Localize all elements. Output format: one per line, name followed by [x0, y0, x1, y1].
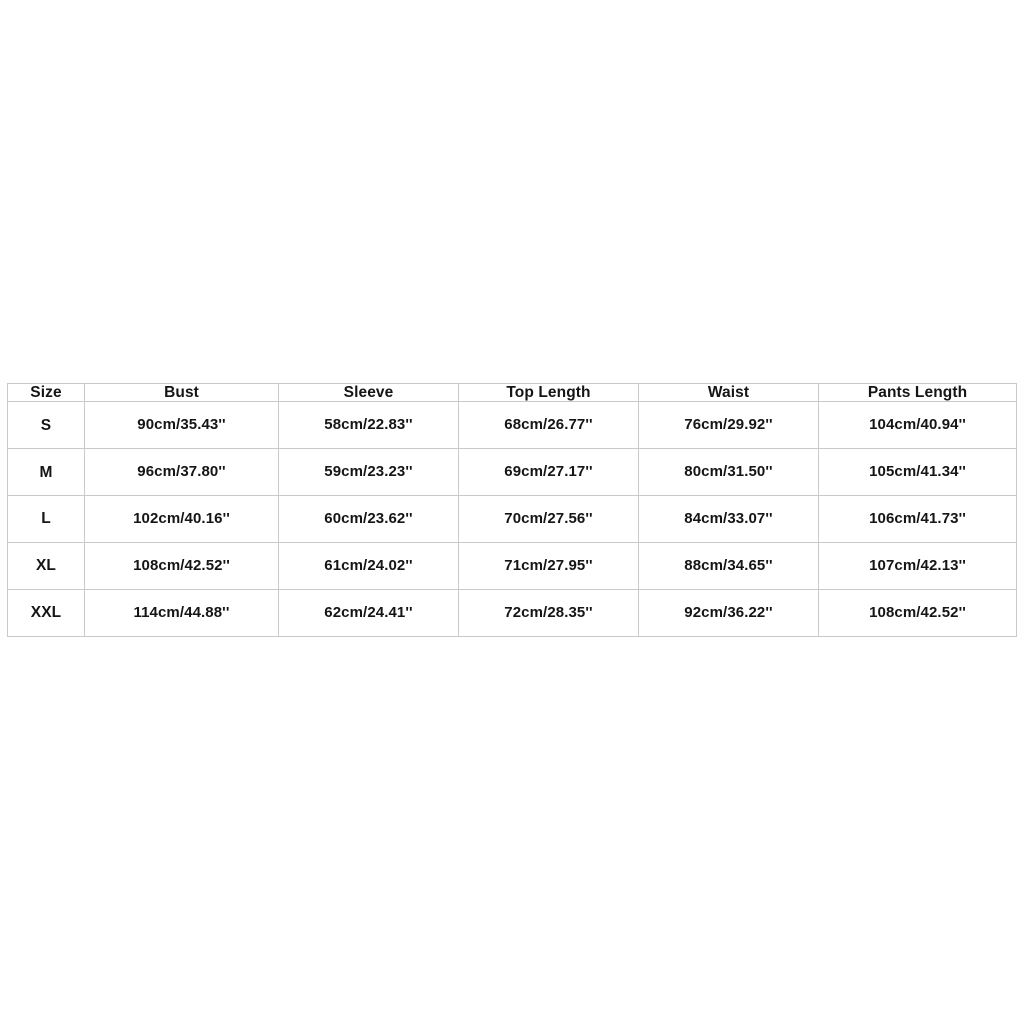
cell-waist: 80cm/31.50'' [638, 448, 819, 497]
size-chart-header: Size Bust Sleeve Top Length Waist Pants … [7, 382, 1017, 403]
cell-pants-length: 108cm/42.52'' [818, 588, 1017, 638]
cell-size: XXL [7, 588, 85, 638]
column-header-bust: Bust [84, 382, 279, 403]
cell-size: S [7, 401, 85, 450]
cell-waist: 92cm/36.22'' [638, 588, 819, 638]
table-row: L 102cm/40.16'' 60cm/23.62'' 70cm/27.56'… [7, 495, 1017, 543]
column-header-top-length: Top Length [458, 382, 639, 403]
table-row: XXL 114cm/44.88'' 62cm/24.41'' 72cm/28.3… [7, 588, 1017, 638]
cell-waist: 88cm/34.65'' [638, 542, 819, 590]
cell-sleeve: 59cm/23.23'' [278, 448, 459, 497]
cell-sleeve: 61cm/24.02'' [278, 542, 459, 590]
cell-top-length: 71cm/27.95'' [458, 542, 639, 590]
column-header-size: Size [7, 382, 85, 403]
cell-size: L [7, 495, 85, 543]
cell-sleeve: 60cm/23.62'' [278, 495, 459, 543]
size-chart-table: Size Bust Sleeve Top Length Waist Pants … [7, 382, 1017, 638]
cell-top-length: 70cm/27.56'' [458, 495, 639, 543]
table-row: S 90cm/35.43'' 58cm/22.83'' 68cm/26.77''… [7, 401, 1017, 450]
cell-sleeve: 58cm/22.83'' [278, 401, 459, 450]
table-row: XL 108cm/42.52'' 61cm/24.02'' 71cm/27.95… [7, 542, 1017, 590]
size-chart-container: Size Bust Sleeve Top Length Waist Pants … [7, 382, 1017, 638]
cell-bust: 96cm/37.80'' [84, 448, 279, 497]
cell-pants-length: 107cm/42.13'' [818, 542, 1017, 590]
cell-pants-length: 104cm/40.94'' [818, 401, 1017, 450]
cell-top-length: 68cm/26.77'' [458, 401, 639, 450]
cell-size: M [7, 448, 85, 497]
size-chart-body: S 90cm/35.43'' 58cm/22.83'' 68cm/26.77''… [7, 401, 1017, 638]
cell-pants-length: 106cm/41.73'' [818, 495, 1017, 543]
column-header-pants-length: Pants Length [818, 382, 1017, 403]
cell-bust: 90cm/35.43'' [84, 401, 279, 450]
cell-size: XL [7, 542, 85, 590]
cell-sleeve: 62cm/24.41'' [278, 588, 459, 638]
cell-bust: 102cm/40.16'' [84, 495, 279, 543]
cell-waist: 76cm/29.92'' [638, 401, 819, 450]
header-row: Size Bust Sleeve Top Length Waist Pants … [7, 382, 1017, 403]
cell-waist: 84cm/33.07'' [638, 495, 819, 543]
cell-pants-length: 105cm/41.34'' [818, 448, 1017, 497]
cell-bust: 114cm/44.88'' [84, 588, 279, 638]
column-header-waist: Waist [638, 382, 819, 403]
table-row: M 96cm/37.80'' 59cm/23.23'' 69cm/27.17''… [7, 448, 1017, 497]
cell-top-length: 72cm/28.35'' [458, 588, 639, 638]
cell-bust: 108cm/42.52'' [84, 542, 279, 590]
column-header-sleeve: Sleeve [278, 382, 459, 403]
cell-top-length: 69cm/27.17'' [458, 448, 639, 497]
